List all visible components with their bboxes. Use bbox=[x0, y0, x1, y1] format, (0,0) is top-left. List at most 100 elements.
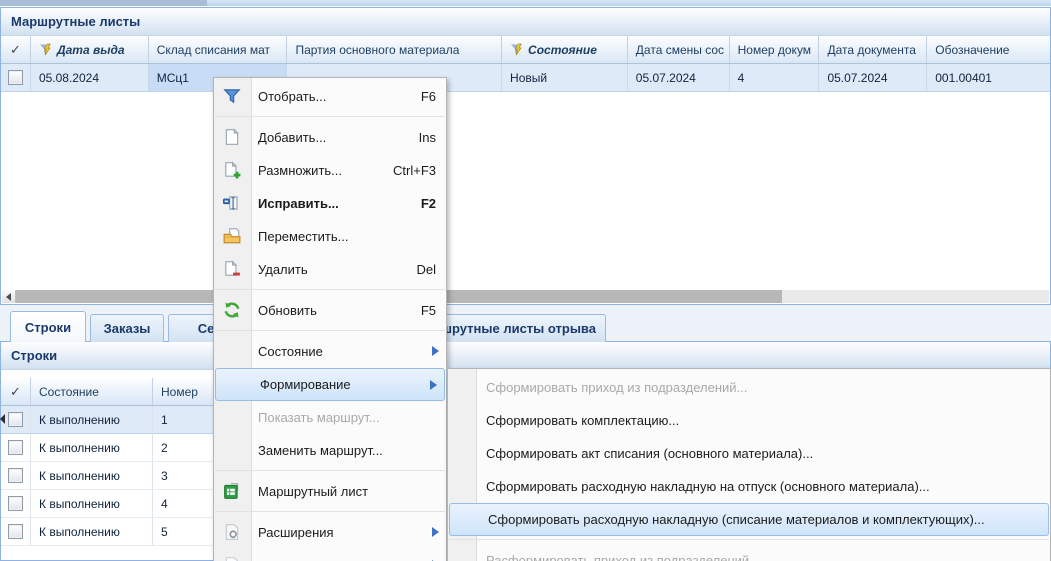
row-checkbox-cell[interactable] bbox=[1, 434, 31, 462]
submenu-item-rasformirovat-prihod: Расформировать приход из подразделений..… bbox=[448, 544, 1050, 561]
scroll-left-button[interactable] bbox=[2, 290, 16, 303]
menu-item-otobrat[interactable]: Отобрать... F6 bbox=[214, 80, 446, 113]
tab-stroki[interactable]: Строки bbox=[10, 311, 86, 342]
column-header-batch[interactable]: Партия основного материала bbox=[287, 36, 502, 63]
row-checkbox[interactable] bbox=[8, 70, 23, 85]
submenu-item-sformirovat-komplektaciyu[interactable]: Сформировать комплектацию... bbox=[448, 404, 1050, 437]
menu-separator bbox=[214, 286, 446, 294]
route-sheet-row[interactable]: 05.08.2024 МСц1 Новый 05.07.2024 4 05.07… bbox=[1, 64, 1050, 92]
cell-line-state[interactable]: К выполнению bbox=[31, 434, 153, 462]
duplicate-document-icon bbox=[223, 161, 241, 179]
submenu-item-sformirovat-rashodnuyu-otpusk[interactable]: Сформировать расходную накладную на отпу… bbox=[448, 470, 1050, 503]
menu-item-rasshireniya[interactable]: Расширения bbox=[214, 516, 446, 549]
menu-item-zamenit-marshrut[interactable]: Заменить маршрут... bbox=[214, 434, 446, 467]
menu-item-label: Сформировать акт списания (основного мат… bbox=[486, 446, 1050, 461]
menu-separator bbox=[214, 508, 446, 516]
column-header-designation[interactable]: Обозначение bbox=[927, 36, 1050, 63]
menu-separator bbox=[214, 467, 446, 475]
column-header-issue-date[interactable]: Дата выда bbox=[31, 36, 149, 63]
route-sheets-panel-title: Маршрутные листы bbox=[1, 8, 1050, 36]
column-header-state[interactable]: Состояние bbox=[502, 36, 628, 63]
route-sheets-grid-header: ✓ Дата выда Склад списания мат Партия ос… bbox=[1, 36, 1050, 64]
move-folder-icon bbox=[223, 227, 241, 245]
delete-document-icon bbox=[223, 260, 241, 278]
column-header-doc-number[interactable]: Номер докум bbox=[730, 36, 820, 63]
top-edge-strip bbox=[0, 0, 1051, 7]
menu-item-dobavit[interactable]: Добавить... Ins bbox=[214, 121, 446, 154]
submenu-item-sformirovat-akt-spisaniya[interactable]: Сформировать акт списания (основного мат… bbox=[448, 437, 1050, 470]
cell-designation[interactable]: 001.00401 bbox=[927, 64, 1050, 92]
row-checkbox[interactable] bbox=[8, 524, 23, 539]
menu-item-label: Заменить маршрут... bbox=[258, 443, 446, 458]
cell-line-state[interactable]: К выполнению bbox=[31, 490, 153, 518]
column-header-label: Номер bbox=[161, 385, 198, 399]
menu-item-label: Удалить bbox=[258, 262, 416, 277]
route-sheets-panel: Маршрутные листы ✓ Дата выда Склад списа… bbox=[0, 7, 1051, 305]
menu-item-shortcut: F5 bbox=[421, 303, 436, 318]
menu-separator bbox=[214, 327, 446, 335]
cell-state-change-date[interactable]: 05.07.2024 bbox=[628, 64, 730, 92]
column-header-label: Состояние bbox=[39, 385, 99, 399]
row-checkbox-cell[interactable] bbox=[1, 490, 31, 518]
menu-item-razmnozhit[interactable]: Размножить... Ctrl+F3 bbox=[214, 154, 446, 187]
menu-item-shortcut: Del bbox=[416, 262, 436, 277]
tab-zakazy[interactable]: Заказы bbox=[90, 314, 164, 342]
cell-issue-date[interactable]: 05.08.2024 bbox=[31, 64, 149, 92]
application-screen: Маршрутные листы ✓ Дата выда Склад списа… bbox=[0, 0, 1051, 561]
row-checkbox[interactable] bbox=[8, 440, 23, 455]
menu-item-udalit[interactable]: Удалить Del bbox=[214, 253, 446, 286]
menu-item-label: Состояние bbox=[258, 344, 446, 359]
column-header-state-change-date[interactable]: Дата смены сос bbox=[628, 36, 730, 63]
row-checkbox[interactable] bbox=[8, 496, 23, 511]
menu-item-shortcut: F2 bbox=[421, 196, 436, 211]
row-checkbox[interactable] bbox=[8, 468, 23, 483]
column-header-label: Склад списания мат bbox=[157, 43, 270, 57]
formation-submenu: Сформировать приход из подразделений... … bbox=[447, 368, 1051, 561]
row-checkbox[interactable] bbox=[8, 412, 23, 427]
new-document-icon bbox=[223, 128, 241, 146]
row-checkbox-cell[interactable] bbox=[1, 64, 31, 92]
column-header-label: Номер докум bbox=[738, 43, 811, 57]
menu-item-ispravit[interactable]: Исправить... F2 bbox=[214, 187, 446, 220]
column-header-warehouse[interactable]: Склад списания мат bbox=[149, 36, 288, 63]
menu-item-sostoyanie[interactable]: Состояние bbox=[214, 335, 446, 368]
row-checkbox-cell[interactable] bbox=[1, 518, 31, 546]
submenu-arrow-icon bbox=[430, 380, 437, 390]
cell-state[interactable]: Новый bbox=[502, 64, 628, 92]
column-header-line-state[interactable]: Состояние bbox=[31, 378, 153, 405]
column-header-check[interactable]: ✓ bbox=[1, 36, 31, 63]
horizontal-scrollbar[interactable] bbox=[2, 290, 1049, 303]
row-checkbox-cell[interactable] bbox=[1, 462, 31, 490]
menu-item-obnovit[interactable]: Обновить F5 bbox=[214, 294, 446, 327]
cell-line-state[interactable]: К выполнению bbox=[31, 406, 153, 434]
cell-doc-number[interactable]: 4 bbox=[730, 64, 820, 92]
cell-doc-date[interactable]: 05.07.2024 bbox=[819, 64, 927, 92]
menu-item-formirovanie[interactable]: Формирование bbox=[215, 368, 445, 401]
submenu-item-sformirovat-prihod: Сформировать приход из подразделений... bbox=[448, 371, 1050, 404]
top-edge-strip-left bbox=[0, 0, 207, 6]
cell-line-state[interactable]: К выполнению bbox=[31, 518, 153, 546]
menu-item-svyazi[interactable]: Связи bbox=[214, 549, 446, 561]
column-header-label: Дата выда bbox=[57, 43, 125, 57]
menu-item-peremestit[interactable]: Переместить... bbox=[214, 220, 446, 253]
column-header-doc-date[interactable]: Дата документа bbox=[819, 36, 927, 63]
menu-item-label: Отобрать... bbox=[258, 89, 421, 104]
filter-icon bbox=[223, 87, 241, 105]
menu-item-label: Показать маршрут... bbox=[258, 410, 446, 425]
menu-item-shortcut: Ctrl+F3 bbox=[393, 163, 436, 178]
column-header-check[interactable]: ✓ bbox=[1, 378, 31, 405]
submenu-item-sformirovat-rashodnuyu-spisanie[interactable]: Сформировать расходную накладную (списан… bbox=[449, 503, 1049, 536]
lines-panel-title: Строки bbox=[1, 342, 1050, 370]
menu-item-label: Обновить bbox=[258, 303, 421, 318]
menu-item-label: Сформировать расходную накладную на отпу… bbox=[486, 479, 1050, 494]
menu-item-label: Сформировать комплектацию... bbox=[486, 413, 1050, 428]
menu-item-label: Переместить... bbox=[258, 229, 436, 244]
column-header-label: Обозначение bbox=[935, 43, 1009, 57]
menu-item-marshrutnyj-list[interactable]: Маршрутный лист bbox=[214, 475, 446, 508]
column-header-label: Состояние bbox=[528, 43, 597, 57]
current-row-indicator-icon bbox=[0, 414, 5, 424]
menu-item-shortcut: Ins bbox=[419, 130, 436, 145]
menu-item-label: Сформировать приход из подразделений... bbox=[486, 380, 1050, 395]
cell-line-state[interactable]: К выполнению bbox=[31, 462, 153, 490]
row-checkbox-cell[interactable] bbox=[1, 406, 31, 434]
